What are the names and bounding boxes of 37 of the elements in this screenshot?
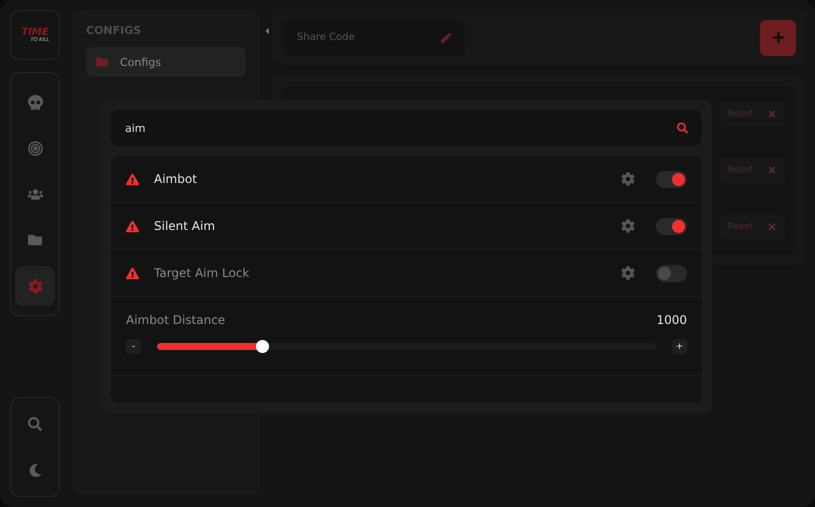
increase-button[interactable]: + — [672, 339, 687, 354]
folder-icon — [96, 56, 108, 68]
toggle-switch[interactable] — [656, 170, 687, 188]
config-item[interactable]: Configs — [86, 47, 246, 77]
target-icon — [28, 140, 42, 156]
nav-button[interactable] — [15, 266, 55, 306]
add-button[interactable] — [760, 20, 796, 56]
settings-icon — [28, 278, 42, 294]
close-button[interactable] — [767, 165, 777, 176]
folder-icon — [28, 233, 42, 247]
slider-reading: 1000 — [656, 313, 687, 327]
feature-label: Silent Aim — [154, 219, 216, 233]
toggle-switch[interactable] — [656, 264, 687, 282]
feature-label: Aimbot — [154, 172, 198, 186]
users-icon — [28, 186, 42, 202]
warning-icon — [126, 172, 139, 186]
search-icon — [28, 417, 42, 431]
moon-icon — [28, 464, 42, 476]
slider-thumb[interactable] — [256, 340, 269, 353]
logo-title: TIME — [21, 28, 49, 38]
close-button[interactable] — [767, 109, 777, 120]
share-code-field[interactable]: Share Code — [283, 20, 465, 56]
close-button[interactable] — [767, 222, 777, 232]
settings-icon[interactable] — [621, 219, 635, 233]
search-icon[interactable] — [677, 122, 688, 134]
search-field[interactable]: aim — [111, 110, 702, 146]
pen-icon[interactable] — [441, 32, 451, 42]
warning-icon — [126, 266, 139, 280]
toggle-switch[interactable] — [656, 218, 687, 234]
decrease-button[interactable]: - — [126, 339, 141, 354]
feature-label: Target Aim Lock — [154, 266, 250, 280]
settings-icon[interactable] — [621, 172, 635, 186]
slider-label: Aimbot Distance — [126, 313, 226, 327]
warning-icon — [126, 220, 139, 232]
skull-icon — [28, 94, 42, 110]
plus-icon — [772, 31, 784, 44]
settings-icon[interactable] — [621, 266, 635, 280]
